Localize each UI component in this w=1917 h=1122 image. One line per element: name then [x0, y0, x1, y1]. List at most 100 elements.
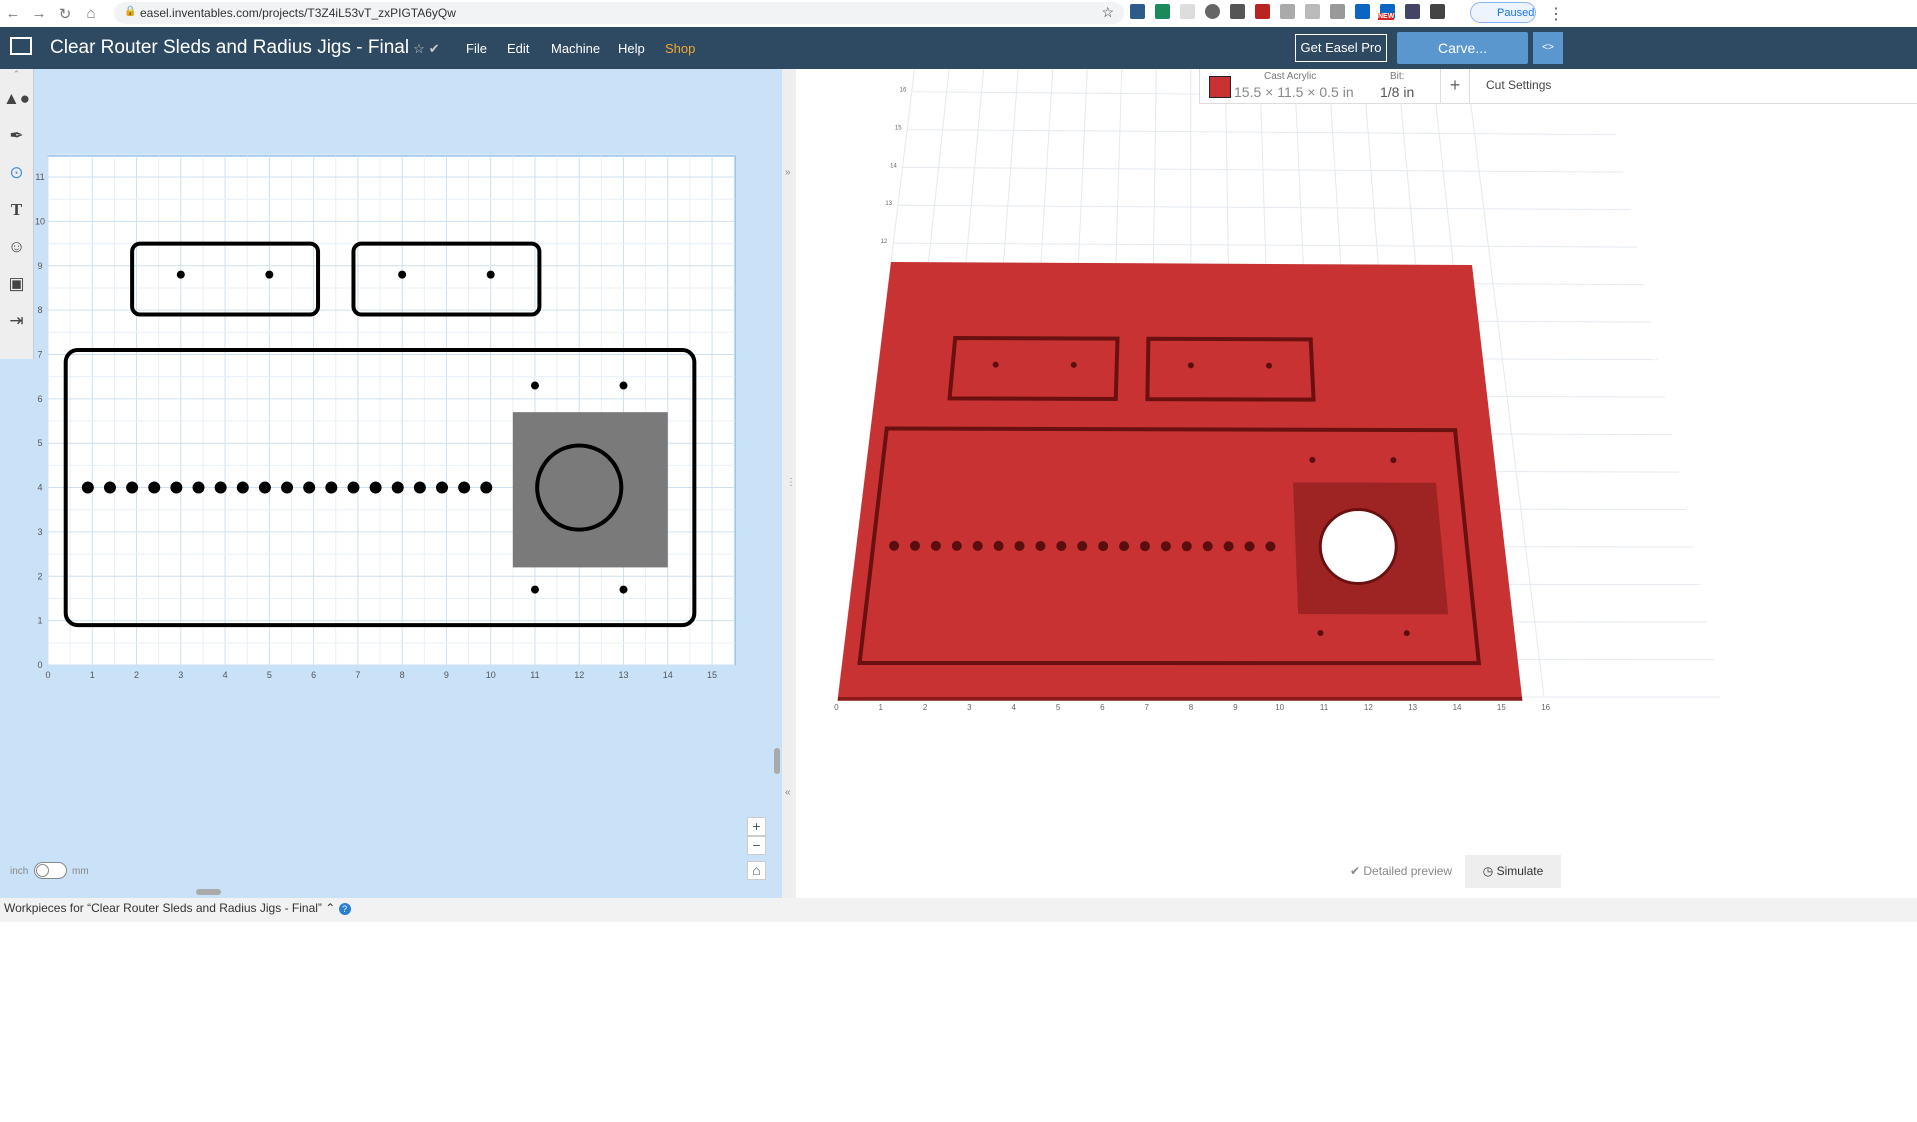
back-icon[interactable]: ← — [0, 5, 26, 22]
hole — [972, 540, 983, 551]
hole — [1014, 540, 1025, 551]
y-tick-label: 9 — [37, 261, 42, 271]
simulate-button[interactable]: ◷ Simulate — [1465, 855, 1561, 888]
shapes-icon[interactable]: ▲● — [0, 80, 33, 117]
extension-icon[interactable] — [1305, 4, 1320, 19]
3d-preview[interactable]: 01234567891011121314151612131415161718 — [796, 0, 1917, 898]
extension-icon[interactable] — [1230, 4, 1245, 19]
extension-icon[interactable] — [1155, 4, 1170, 19]
y-tick-label: 4 — [37, 483, 42, 493]
collapse-icon[interactable]: ⌃ — [0, 69, 33, 80]
text-icon[interactable]: T — [0, 191, 33, 228]
x-tick-label: 9 — [1233, 703, 1238, 712]
material-size[interactable]: 15.5 × 11.5 × 0.5 in — [1234, 84, 1354, 100]
x-tick-label: 2 — [134, 670, 139, 680]
extension-icon[interactable] — [1255, 4, 1270, 19]
preview-pane: 01234567891011121314151612131415161718 — [796, 0, 1917, 898]
menu-kebab-icon[interactable]: ⋮ — [1548, 4, 1564, 24]
collapse-right-icon[interactable]: » — [785, 167, 791, 178]
x-tick-label: 0 — [834, 703, 839, 712]
extension-icon[interactable] — [1205, 4, 1220, 19]
reload-icon[interactable]: ↻ — [52, 5, 78, 23]
carve-button[interactable]: Carve... — [1397, 32, 1528, 64]
new-badge: NEW — [1378, 13, 1395, 20]
hole-point — [170, 481, 183, 494]
import-icon[interactable]: ⇥ — [0, 302, 33, 339]
zoom-out-button[interactable]: − — [747, 836, 766, 855]
pen-icon[interactable]: ✒ — [0, 117, 33, 154]
x-tick-label: 16 — [1541, 703, 1550, 712]
vertical-scrollbar[interactable] — [774, 748, 780, 774]
collapse-left-icon[interactable]: « — [785, 787, 791, 798]
home-icon[interactable]: ⌂ — [78, 5, 104, 22]
workpieces-footer[interactable]: Workpieces for “Clear Router Sleds and R… — [0, 898, 1917, 922]
zoom-in-button[interactable]: + — [747, 817, 766, 836]
bit-value[interactable]: 1/8 in — [1380, 84, 1414, 100]
extension-icon[interactable]: NEW — [1378, 4, 1395, 20]
clock-icon: ◷ — [1482, 864, 1497, 878]
puzzle-icon[interactable] — [1430, 4, 1445, 19]
inch-label: inch — [10, 866, 29, 877]
x-tick-label: 15 — [707, 670, 717, 680]
cut-settings-button[interactable]: Cut Settings — [1486, 78, 1551, 92]
menu-machine[interactable]: Machine — [551, 41, 600, 56]
extension-icon[interactable] — [1330, 4, 1345, 19]
mm-label: mm — [72, 866, 89, 877]
pane-divider[interactable]: » ⋮ « — [782, 69, 796, 898]
project-title[interactable]: Clear Router Sleds and Radius Jigs - Fin… — [50, 37, 440, 59]
hole — [1077, 541, 1088, 552]
unit-toggle[interactable] — [34, 862, 67, 879]
hole-point — [530, 381, 539, 390]
design-canvas[interactable]: 0 1 2 3 4 5 6 7 8 9 10 11 12 13 14 1501234567891011 — [0, 69, 782, 898]
horizontal-scrollbar[interactable] — [196, 889, 221, 895]
hole-point — [192, 481, 205, 494]
y-tick-label: 13 — [885, 201, 892, 207]
extension-icon[interactable] — [1130, 4, 1145, 19]
y-tick-label: 5 — [37, 438, 42, 448]
hole-point — [258, 481, 271, 494]
expand-icon[interactable]: <> — [1533, 32, 1563, 64]
extension-icon[interactable] — [1180, 4, 1195, 19]
forward-icon[interactable]: → — [26, 5, 52, 22]
hole — [930, 540, 941, 551]
hole-point — [81, 481, 94, 494]
address-bar[interactable]: 🔒 easel.inventables.com/projects/T3Z4iL53… — [114, 2, 1124, 24]
add-bit-button[interactable]: + — [1440, 69, 1470, 104]
hole-point — [530, 585, 539, 594]
x-tick-label: 1 — [90, 670, 95, 680]
x-tick-label: 13 — [619, 670, 629, 680]
trello-icon[interactable] — [1355, 4, 1370, 19]
help-icon[interactable]: ? — [338, 903, 351, 915]
hole — [1390, 457, 1397, 464]
icons-smiley-icon[interactable]: ☺ — [0, 228, 33, 265]
hole — [1202, 541, 1213, 552]
y-tick-label: 7 — [37, 349, 42, 359]
menu-shop[interactable]: Shop — [665, 41, 695, 56]
workpieces-label[interactable]: Workpieces for “Clear Router Sleds and R… — [4, 901, 335, 915]
material-swatch[interactable] — [1209, 76, 1231, 98]
profile-paused-button[interactable]: Paused — [1470, 2, 1536, 23]
star-icon[interactable]: ☆ — [413, 41, 425, 56]
menu-file[interactable]: File — [466, 41, 487, 56]
extension-icon[interactable] — [1405, 4, 1420, 19]
hole-point — [347, 481, 360, 494]
extension-icon[interactable] — [1280, 4, 1295, 19]
hole-point — [265, 270, 274, 279]
menu-help[interactable]: Help — [618, 41, 645, 56]
hole-point — [436, 481, 449, 494]
x-tick-label: 13 — [1408, 703, 1417, 712]
hole-point — [486, 270, 495, 279]
y-tick-label: 3 — [37, 527, 42, 537]
3d-box-icon[interactable]: ▣ — [0, 265, 33, 302]
material-name[interactable]: Cast Acrylic — [1264, 71, 1316, 82]
easel-logo-icon[interactable] — [10, 37, 32, 55]
home-view-icon[interactable]: ⌂ — [747, 861, 766, 880]
menu-edit[interactable]: Edit — [507, 41, 529, 56]
y-tick-label: 14 — [890, 163, 897, 169]
detailed-preview-toggle[interactable]: ✔ Detailed preview — [1350, 864, 1452, 878]
hole — [992, 361, 999, 368]
point-icon[interactable]: ⊙ — [0, 154, 33, 191]
drag-handle-icon[interactable]: ⋮ — [786, 477, 796, 488]
bookmark-star-icon[interactable]: ☆ — [1101, 4, 1114, 21]
get-easel-pro-button[interactable]: Get Easel Pro — [1295, 34, 1387, 62]
